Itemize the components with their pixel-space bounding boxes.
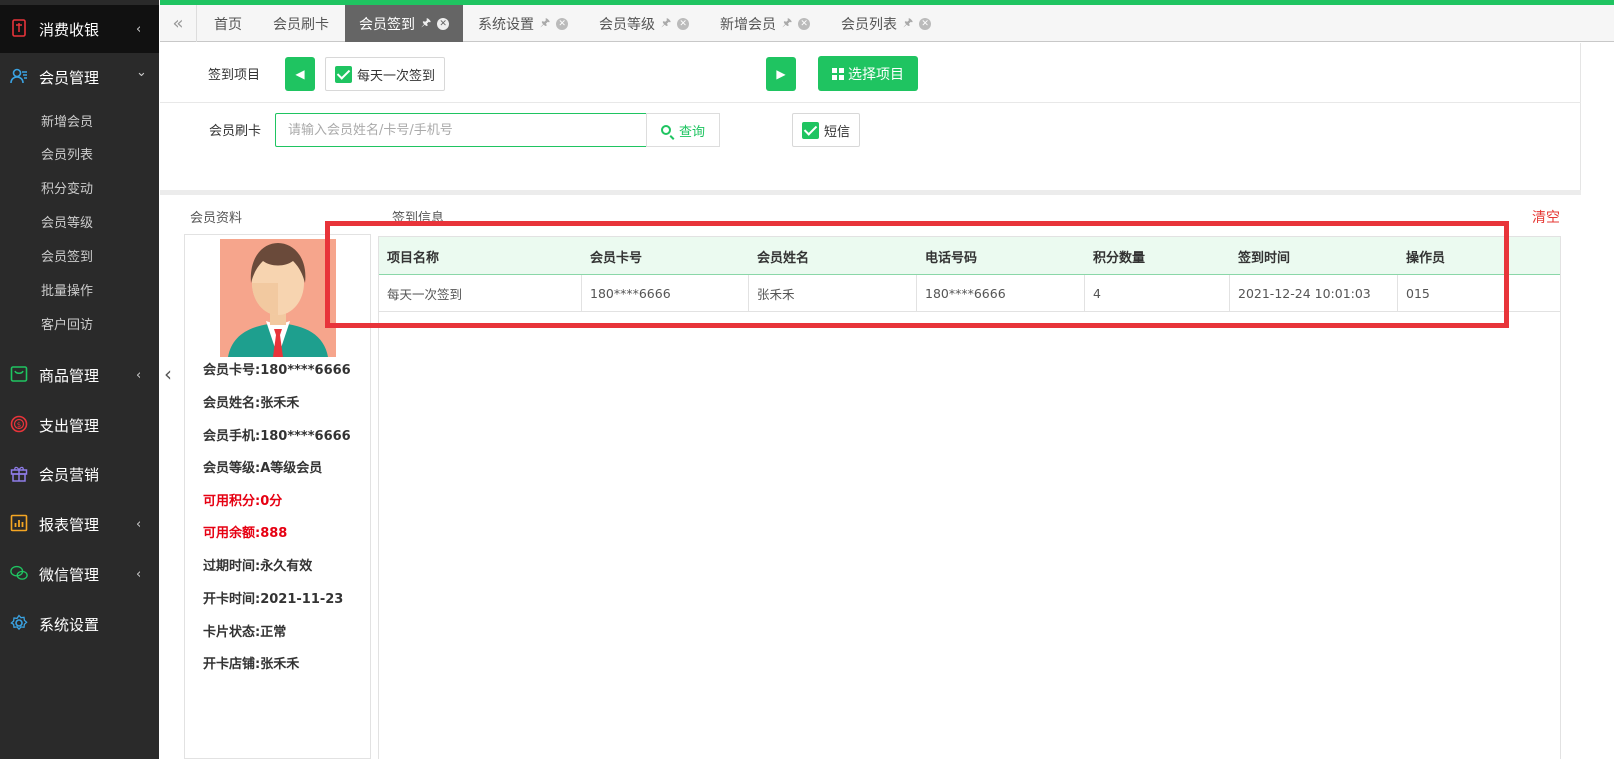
avatar bbox=[220, 239, 336, 357]
sidebar-item-label: 会员营销 bbox=[39, 465, 100, 484]
sidebar-item-expense[interactable]: $ 支出管理 bbox=[0, 401, 159, 449]
chevron-left-icon: ‹ bbox=[136, 516, 142, 532]
tab-label: 会员列表 bbox=[841, 16, 897, 33]
svg-text:$: $ bbox=[17, 421, 21, 429]
expense-icon: $ bbox=[10, 415, 28, 433]
member-search-input[interactable] bbox=[275, 113, 647, 147]
member-phone: 会员手机:180****6666 bbox=[203, 429, 351, 444]
member-card-status: 卡片状态:正常 bbox=[203, 625, 287, 640]
query-label: 查询 bbox=[678, 124, 705, 140]
tab-system-settings[interactable]: 系统设置 🖈 ✕ bbox=[478, 5, 569, 42]
member-expire: 过期时间:永久有效 bbox=[203, 559, 313, 574]
pin-icon[interactable]: 🖈 bbox=[903, 14, 913, 33]
sidebar-subitem-add-member[interactable]: 新增会员 bbox=[41, 111, 151, 131]
right-gutter bbox=[1581, 43, 1614, 759]
member-icon bbox=[10, 68, 27, 84]
card-label: 会员刷卡 bbox=[209, 124, 262, 139]
tab-bar: « 首页 会员刷卡 会员签到 🖈 ✕ 系统设置 🖈 ✕ 会员等级 🖈 ✕ 新增会… bbox=[160, 5, 1614, 42]
sms-option[interactable]: 短信 bbox=[792, 113, 861, 147]
sidebar-item-label: 微信管理 bbox=[39, 565, 100, 584]
sidebar-subitem-points-change[interactable]: 积分变动 bbox=[41, 178, 151, 198]
member-store: 开卡店铺:张禾禾 bbox=[203, 657, 300, 672]
wechat-icon bbox=[10, 565, 28, 580]
highlight-annotation-box bbox=[325, 221, 1509, 328]
close-icon[interactable]: ✕ bbox=[919, 17, 932, 30]
tab-member-list[interactable]: 会员列表 🖈 ✕ bbox=[841, 5, 932, 42]
tab-label: 首页 bbox=[214, 16, 242, 33]
gift-icon bbox=[10, 466, 28, 482]
sidebar-subitem-member-checkin[interactable]: 会员签到 bbox=[41, 246, 151, 266]
sidebar-subitem-member-list[interactable]: 会员列表 bbox=[41, 144, 151, 164]
sidebar-item-label: 会员管理 bbox=[39, 68, 100, 87]
tab-add-member[interactable]: 新增会员 🖈 ✕ bbox=[720, 5, 811, 42]
sidebar-item-reports[interactable]: 报表管理 ‹ bbox=[0, 500, 159, 548]
sidebar-item-label: 系统设置 bbox=[39, 615, 100, 634]
query-button[interactable]: 查询 bbox=[646, 113, 720, 147]
report-icon bbox=[10, 514, 28, 532]
close-icon[interactable]: ✕ bbox=[798, 17, 811, 30]
chevron-left-icon: ‹ bbox=[136, 367, 142, 383]
tab-label: 会员签到 bbox=[359, 16, 415, 33]
select-project-button[interactable]: 选择项目 bbox=[818, 56, 918, 91]
chevron-left-icon[interactable]: ‹ bbox=[164, 362, 172, 386]
search-icon bbox=[660, 125, 671, 135]
close-icon[interactable]: ✕ bbox=[437, 17, 450, 30]
sidebar-item-marketing[interactable]: 会员营销 bbox=[0, 450, 159, 498]
chevron-left-icon: ‹ bbox=[136, 566, 142, 582]
clear-link[interactable]: 清空 bbox=[1532, 207, 1560, 227]
tab-member-level[interactable]: 会员等级 🖈 ✕ bbox=[599, 5, 690, 42]
member-level: 会员等级:A等级会员 bbox=[203, 461, 323, 476]
sidebar-subitem-batch-ops[interactable]: 批量操作 bbox=[41, 280, 151, 300]
prev-project-button[interactable]: ◀ bbox=[285, 57, 315, 91]
sidebar-item-goods[interactable]: 商品管理 ‹ bbox=[0, 351, 159, 399]
tab-member-checkin[interactable]: 会员签到 🖈 ✕ bbox=[345, 5, 463, 42]
divider bbox=[160, 102, 1581, 103]
sidebar-item-label: 商品管理 bbox=[39, 366, 100, 385]
checkbox-checked-icon[interactable] bbox=[335, 65, 352, 83]
member-info-title: 会员资料 bbox=[190, 211, 243, 226]
close-icon[interactable]: ✕ bbox=[556, 17, 569, 30]
tab-label: 新增会员 bbox=[720, 16, 776, 33]
pin-icon[interactable]: 🖈 bbox=[421, 14, 431, 33]
sidebar-item-label: 报表管理 bbox=[39, 515, 100, 534]
receipt-icon bbox=[12, 19, 26, 37]
pin-icon[interactable]: 🖈 bbox=[540, 14, 550, 33]
double-chevron-left-icon[interactable]: « bbox=[160, 5, 197, 42]
tab-label: 系统设置 bbox=[478, 16, 534, 33]
project-label: 签到项目 bbox=[208, 68, 261, 83]
sidebar-item-label: 支出管理 bbox=[39, 416, 100, 435]
grid-icon bbox=[832, 67, 844, 80]
pin-icon[interactable]: 🖈 bbox=[782, 14, 792, 33]
sms-label: 短信 bbox=[824, 124, 851, 140]
settings-icon bbox=[10, 614, 28, 631]
member-balance: 可用余额:888 bbox=[203, 526, 288, 541]
pin-icon[interactable]: 🖈 bbox=[661, 14, 671, 33]
checkbox-checked-icon[interactable] bbox=[802, 121, 819, 139]
sidebar-item-cashier[interactable]: 消费收银 ‹ bbox=[0, 5, 159, 53]
project-option-label: 每天一次签到 bbox=[357, 68, 436, 84]
sidebar-subitem-member-level[interactable]: 会员等级 bbox=[41, 212, 151, 232]
chevron-down-icon: ⌄ bbox=[136, 65, 147, 80]
member-open-date: 开卡时间:2021-11-23 bbox=[203, 592, 344, 607]
sidebar-item-wechat[interactable]: 微信管理 ‹ bbox=[0, 550, 159, 598]
close-icon[interactable]: ✕ bbox=[677, 17, 690, 30]
sidebar-item-members[interactable]: 会员管理 ⌄ bbox=[0, 53, 159, 101]
select-project-label: 选择项目 bbox=[848, 66, 904, 83]
member-name: 会员姓名:张禾禾 bbox=[203, 396, 300, 411]
chevron-left-icon: ‹ bbox=[136, 21, 142, 37]
section-divider bbox=[160, 190, 1614, 195]
goods-icon bbox=[10, 366, 28, 382]
sidebar-subitem-customer-revisit[interactable]: 客户回访 bbox=[41, 314, 151, 334]
sidebar: 消费收银 ‹ 会员管理 ⌄ 新增会员 会员列表 积分变动 会员等级 会员签到 批… bbox=[0, 0, 159, 759]
member-card-no: 会员卡号:180****6666 bbox=[203, 363, 351, 378]
tab-label: 会员等级 bbox=[599, 16, 655, 33]
tab-home[interactable]: 首页 bbox=[214, 5, 242, 42]
next-project-button[interactable]: ▶ bbox=[766, 57, 796, 91]
tab-member-card[interactable]: 会员刷卡 bbox=[273, 5, 329, 42]
tab-label: 会员刷卡 bbox=[273, 16, 329, 33]
member-points: 可用积分:0分 bbox=[203, 494, 283, 509]
project-option[interactable]: 每天一次签到 bbox=[325, 57, 446, 91]
sidebar-item-label: 消费收银 bbox=[39, 20, 100, 39]
sidebar-item-system-settings[interactable]: 系统设置 bbox=[0, 600, 159, 648]
